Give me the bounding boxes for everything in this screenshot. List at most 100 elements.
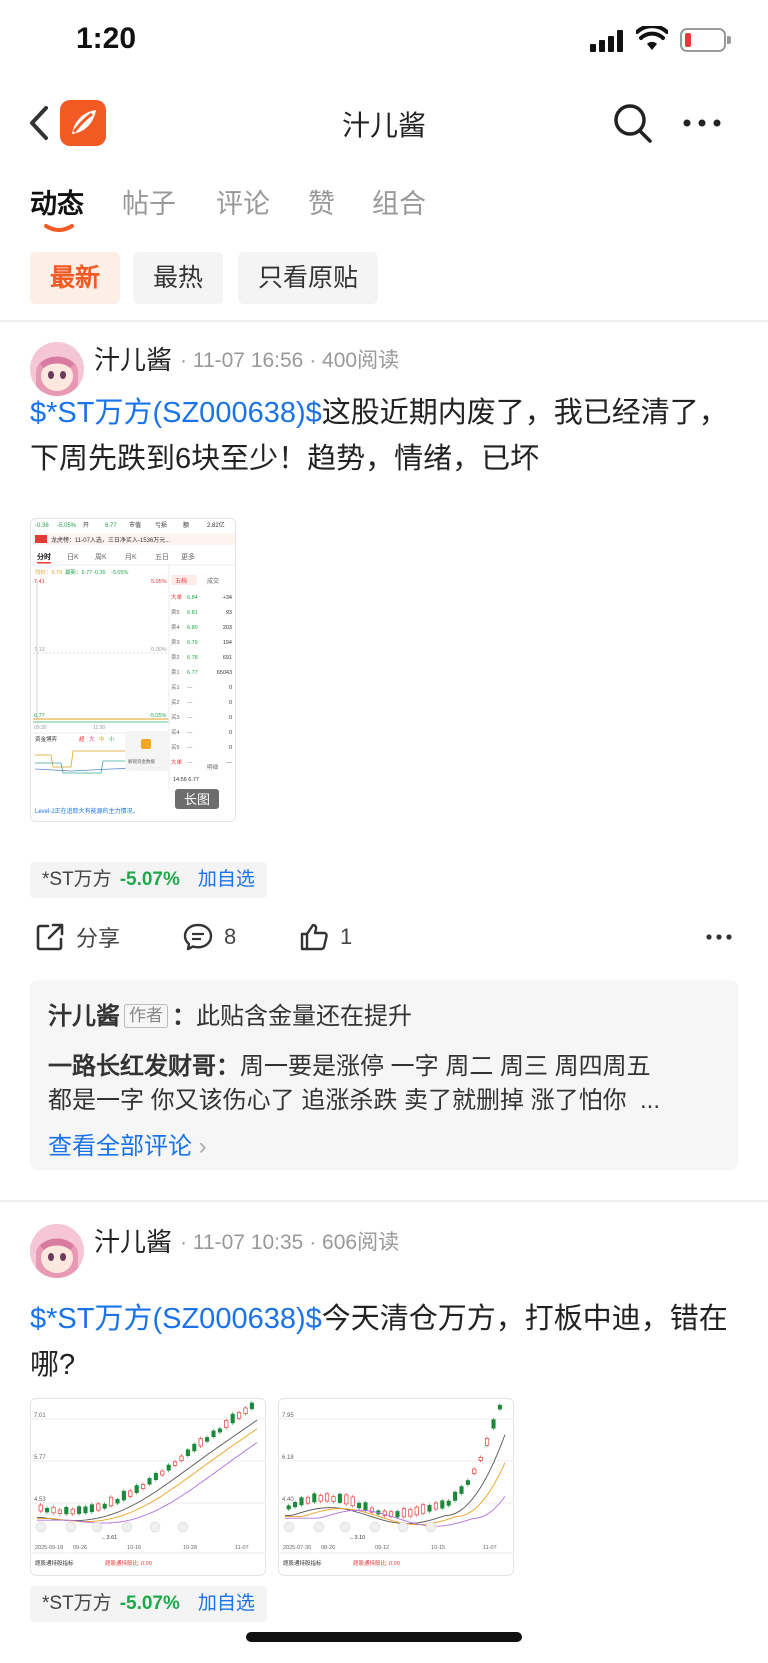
- filter-latest[interactable]: 最新: [30, 252, 121, 304]
- stock-screenshot-image: -0.36 -5.05% 开 6.77 市值 亏损 额 2.82亿龙虎榜：11-07入选，三日…: [31, 519, 235, 821]
- screenshot-text: ---: [187, 730, 193, 736]
- comment-button[interactable]: 8: [182, 912, 236, 962]
- candle: [115, 1499, 120, 1504]
- screenshot-text: 14:56 6.77: [173, 777, 199, 783]
- comment-user[interactable]: 汁儿酱: [48, 1003, 120, 1030]
- screenshot-text: +34: [223, 595, 232, 601]
- stock-name: *ST万方: [42, 1593, 112, 1614]
- screenshot-text: 0: [229, 715, 232, 721]
- candle: [433, 1502, 438, 1510]
- post-content[interactable]: $*ST万方(SZ000638)$这股近期内废了，我已经清了，下周先跌到6块至少…: [30, 390, 730, 482]
- chart-tick-label: 2025-07-30: [283, 1545, 311, 1551]
- candle: [45, 1507, 50, 1513]
- tab-portfolio[interactable]: 组合: [372, 182, 426, 221]
- stock-tag-link[interactable]: $*ST万方(SZ000638)$: [30, 397, 322, 429]
- avatar[interactable]: [30, 342, 84, 396]
- share-icon: [36, 923, 64, 951]
- screenshot-text: 0: [229, 700, 232, 706]
- post-image-thumbnail[interactable]: 7.01 5.77 4.53 ←3.61 2025-09-18 09-26 10-16 10-…: [30, 1398, 266, 1576]
- screenshot-text: -5.05%: [57, 523, 77, 529]
- add-watchlist-button[interactable]: 加自选: [198, 869, 255, 890]
- candle: [440, 1500, 445, 1509]
- comment-text: 周一要是涨停 一字 周二 周三 周四周五: [240, 1053, 651, 1080]
- search-icon[interactable]: [610, 100, 656, 146]
- like-button[interactable]: 1: [298, 912, 352, 962]
- screenshot-text: 65043: [217, 670, 232, 676]
- screenshot-text: 0: [229, 730, 232, 736]
- post-image-thumbnail[interactable]: -0.36 -5.05% 开 6.77 市值 亏损 额 2.82亿 龙虎榜：11-07入选，三日…: [30, 518, 236, 822]
- screenshot-banner: 龙虎榜：11-07入选，三日净买入-1536万元...: [51, 536, 171, 544]
- screenshot-text: 解锁资金数据: [128, 758, 155, 765]
- read-count: 606阅读: [322, 1231, 400, 1254]
- candle: [205, 1437, 210, 1442]
- comment-text-cont: 都是一字 你又该伤心了 追涨杀跌 卖了就删掉 涨了怕你: [48, 1087, 627, 1114]
- view-all-comments-link[interactable]: 查看全部评论 ›: [48, 1126, 207, 1161]
- candle: [198, 1438, 203, 1447]
- comment-user[interactable]: 一路长红发财哥: [48, 1053, 216, 1080]
- chart-tick-label: 7.95: [282, 1413, 294, 1419]
- post-time: 11-07 10:35: [192, 1231, 304, 1254]
- screenshot-text: 卖1: [171, 669, 180, 676]
- screenshot-text: 11:30: [93, 725, 105, 731]
- screenshot-text: 五档: [175, 577, 187, 585]
- post-card[interactable]: 汁儿酱 · 11-07 10:35 · 606阅读 $*ST万方(SZ00063…: [0, 1202, 768, 1622]
- post-meta: · 11-07 10:35 · 606阅读: [180, 1231, 400, 1254]
- screenshot-text: 资金博弈: [35, 735, 58, 743]
- tab-dynamic[interactable]: 动态: [30, 182, 84, 221]
- screenshot-text: 市值: [129, 521, 141, 529]
- screenshot-text: 成交: [207, 577, 219, 585]
- chart-tick-label: 4.40: [282, 1497, 294, 1503]
- candle: [224, 1420, 229, 1428]
- post-image-thumbnail[interactable]: 7.95 6.18 4.40 ←3.10 2025-07-30 08-20 09-12 10-…: [278, 1398, 514, 1576]
- screenshot-text: ---: [187, 685, 193, 691]
- screenshot-text: -0.36: [93, 570, 106, 576]
- screenshot-text: 大: [89, 735, 95, 743]
- screenshot-text: 均价：6.79: [35, 568, 62, 576]
- chart-footer: 题股通持股指标: [283, 1559, 322, 1567]
- screenshot-text: 93: [226, 610, 232, 616]
- candle: [121, 1490, 126, 1501]
- author-name[interactable]: 汁儿酱: [94, 340, 172, 377]
- chart-tick-label: 4.53: [34, 1497, 46, 1503]
- author-name[interactable]: 汁儿酱: [94, 1222, 172, 1259]
- candle: [491, 1419, 496, 1429]
- post-more-icon[interactable]: [704, 922, 734, 952]
- stock-chip[interactable]: *ST万方 -5.07% 加自选: [30, 862, 267, 898]
- tab-comments[interactable]: 评论: [216, 182, 270, 221]
- stock-chip[interactable]: *ST万方 -5.07% 加自选: [30, 1586, 267, 1622]
- screenshot-tab: 周K: [95, 553, 107, 561]
- screenshot-text: Level-2正在追踪大有能源的主力情况，: [35, 807, 139, 815]
- chart-low-label: ←3.61: [101, 1535, 117, 1541]
- candle: [249, 1402, 254, 1410]
- post-actions: 分享 8 1: [0, 912, 768, 962]
- status-time: 1:20: [76, 22, 137, 55]
- post-time: 11-07 16:56: [192, 349, 304, 372]
- candle: [89, 1504, 94, 1513]
- candle: [350, 1496, 355, 1507]
- screenshot-text: 2.82亿: [207, 521, 225, 529]
- screenshot-text: 194: [223, 640, 232, 646]
- filter-hottest[interactable]: 最热: [133, 252, 224, 304]
- screenshot-text: 0.00%: [151, 647, 167, 653]
- filter-original-only[interactable]: 只看原贴: [238, 252, 379, 304]
- thumbs-up-icon: [300, 923, 328, 951]
- screenshot-text: 203: [223, 625, 232, 631]
- post-meta: · 11-07 16:56 · 400阅读: [180, 349, 400, 372]
- more-options-icon[interactable]: [680, 108, 724, 138]
- stock-tag-link[interactable]: $*ST万方(SZ000638)$: [30, 1303, 322, 1335]
- share-button[interactable]: 分享: [34, 912, 120, 962]
- candle: [305, 1496, 310, 1504]
- screenshot-text: -5.05%: [111, 570, 129, 576]
- tab-posts[interactable]: 帖子: [122, 182, 176, 221]
- post-content[interactable]: $*ST万方(SZ000638)$今天清仓万方，打板中迪，错在哪?: [30, 1296, 730, 1388]
- battery-icon: [680, 28, 731, 52]
- candle: [312, 1493, 317, 1503]
- comment-preview[interactable]: 汁儿酱 作者 ：此贴含金量还在提升 一路长红发财哥：周一要是涨停 一字 周二 周三 …: [30, 980, 738, 1170]
- chart-footer-value: 题股通持股比: 0.00: [353, 1559, 400, 1567]
- post-card[interactable]: 汁儿酱 · 11-07 16:56 · 400阅读 $*ST万方(SZ00063…: [0, 322, 768, 1202]
- kline-chart-image: 7.01 5.77 4.53 ←3.61 2025-09-18 09-26 10-16 10-…: [31, 1399, 265, 1575]
- tab-likes[interactable]: 赞: [308, 182, 335, 221]
- avatar[interactable]: [30, 1224, 84, 1278]
- chart-tick-label: 7.01: [34, 1413, 46, 1419]
- add-watchlist-button[interactable]: 加自选: [198, 1593, 255, 1614]
